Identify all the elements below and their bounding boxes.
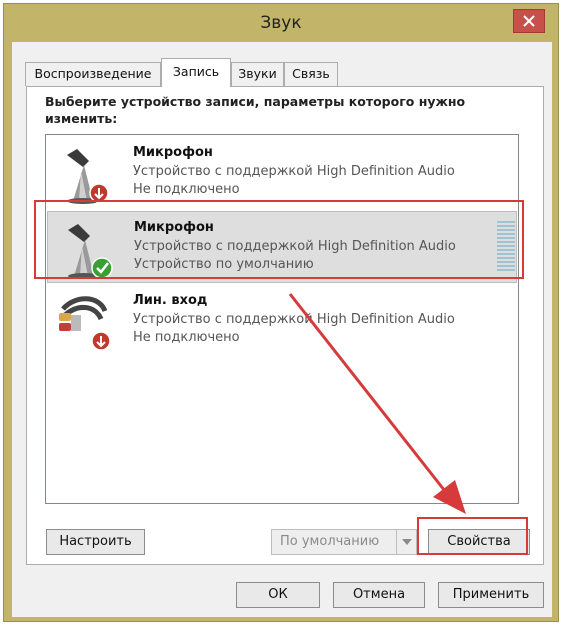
- annotation-arrow: [288, 293, 466, 514]
- tab-recording[interactable]: Запись: [161, 58, 231, 87]
